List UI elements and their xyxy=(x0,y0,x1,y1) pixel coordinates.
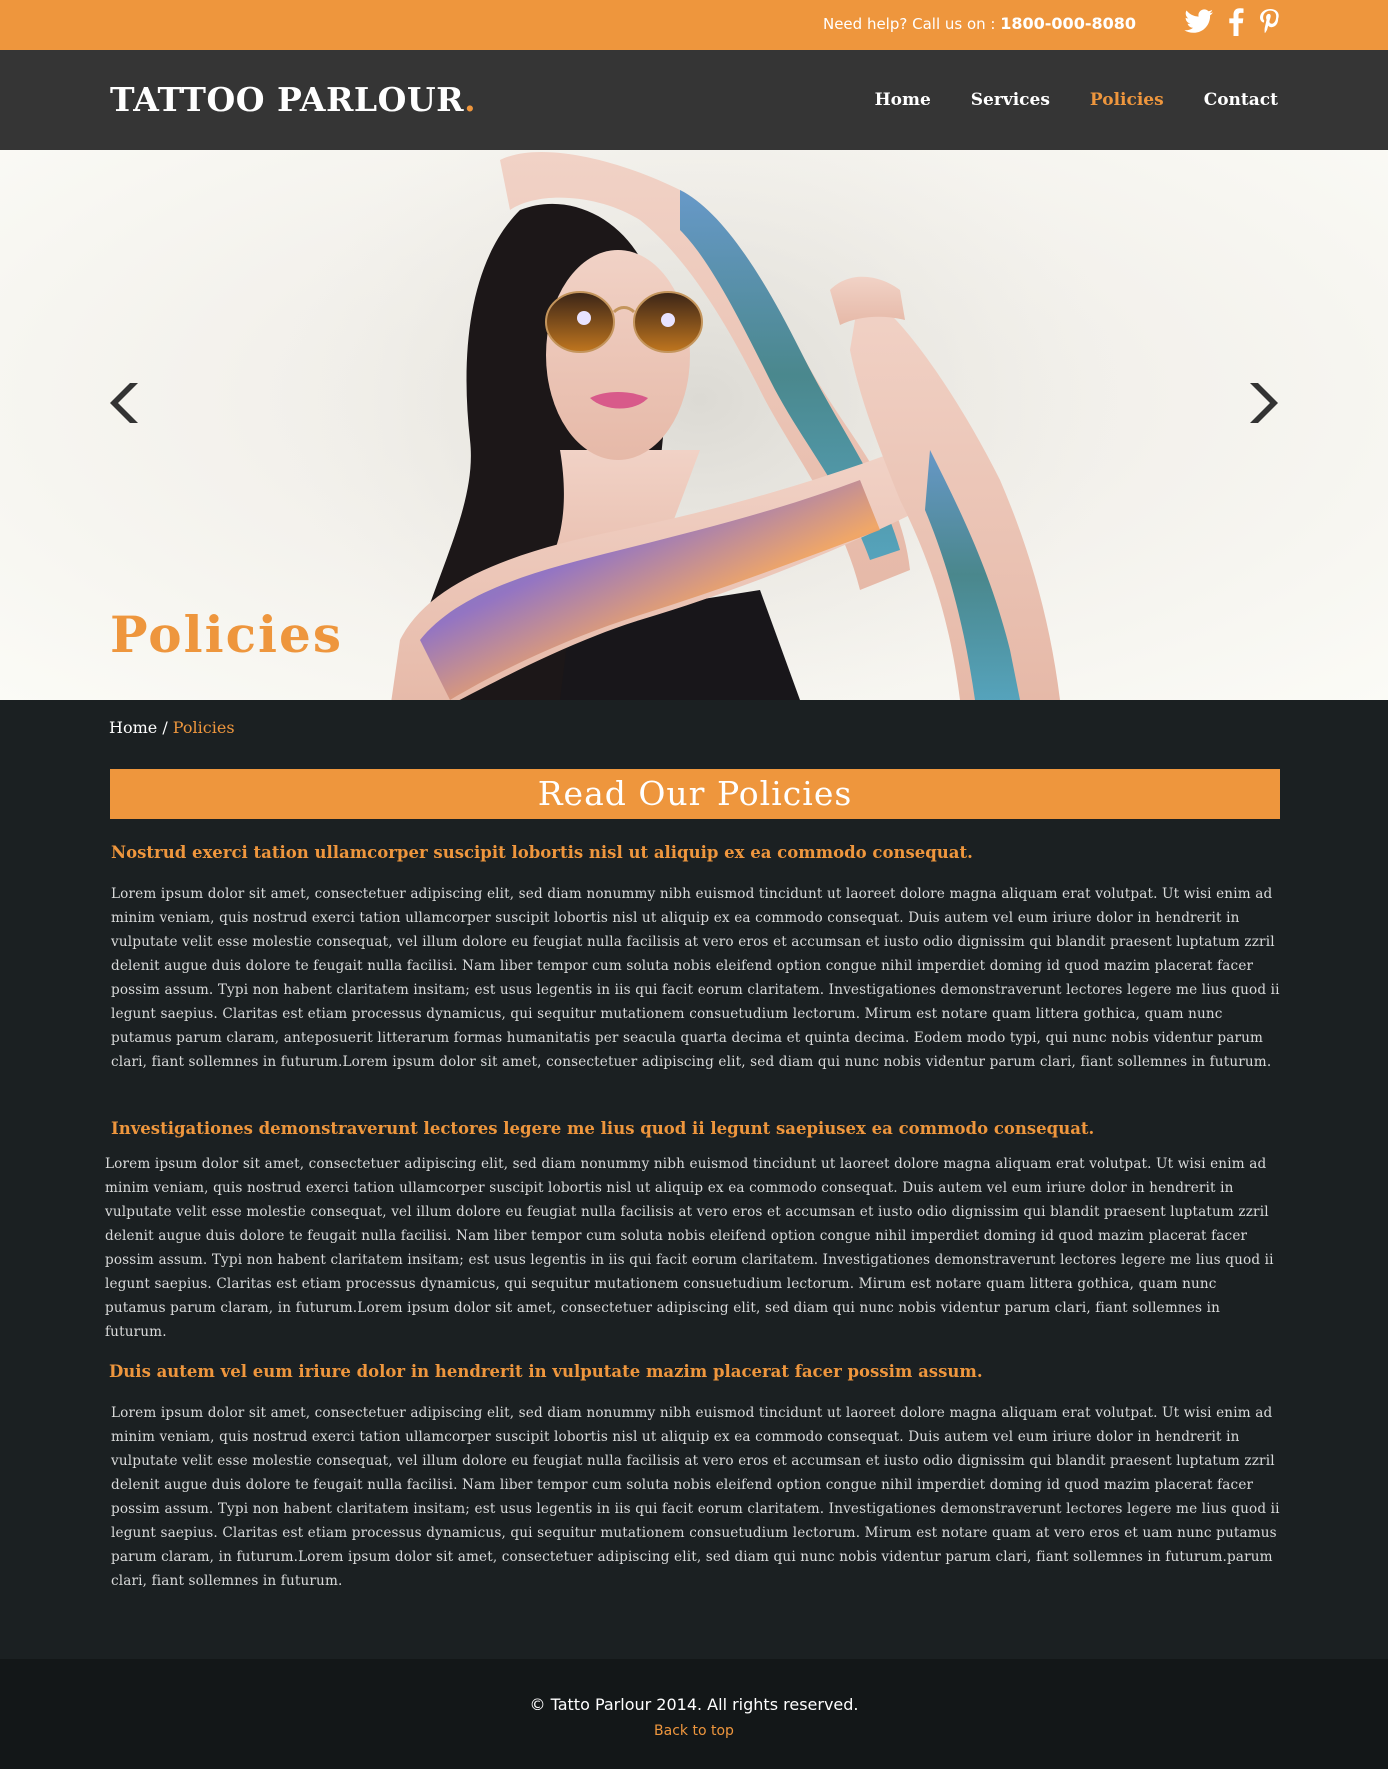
section-title: Nostrud exerci tation ullamcorper suscip… xyxy=(111,843,973,862)
policies-banner: Read Our Policies xyxy=(110,769,1280,819)
nav-services[interactable]: Services xyxy=(971,90,1050,110)
top-bar: Need help? Call us on : 1800-000-8080 xyxy=(0,0,1388,50)
social-links xyxy=(1184,8,1282,36)
chevron-left-icon xyxy=(110,383,138,423)
site-logo[interactable]: TATTOO PARLOUR. xyxy=(110,80,476,119)
pinterest-icon[interactable] xyxy=(1258,8,1282,36)
nav-contact[interactable]: Contact xyxy=(1204,90,1278,110)
help-contact: Need help? Call us on : 1800-000-8080 xyxy=(823,14,1136,33)
twitter-icon[interactable] xyxy=(1184,9,1214,35)
back-to-top-link[interactable]: Back to top xyxy=(0,1723,1388,1739)
hero-slider: Policies xyxy=(0,150,1388,700)
section-body: Lorem ipsum dolor sit amet, consectetuer… xyxy=(111,1405,1280,1589)
section-title: Duis autem vel eum iriure dolor in hendr… xyxy=(109,1362,983,1381)
facebook-icon[interactable] xyxy=(1228,8,1244,36)
breadcrumb-current: Policies xyxy=(172,718,235,737)
slider-prev-button[interactable] xyxy=(108,380,142,430)
site-footer: © Tatto Parlour 2014. All rights reserve… xyxy=(0,1659,1388,1769)
page-title: Read Our Policies xyxy=(537,774,853,813)
help-text: Need help? Call us on : xyxy=(822,15,1001,33)
breadcrumb-home[interactable]: Home xyxy=(109,718,157,737)
nav-home[interactable]: Home xyxy=(875,90,931,110)
breadcrumb: Home / Policies xyxy=(109,718,235,737)
hero-title: Policies xyxy=(110,605,343,664)
site-header: TATTOO PARLOUR. Home Services Policies C… xyxy=(0,50,1388,150)
nav-policies[interactable]: Policies xyxy=(1090,90,1164,110)
logo-dot: . xyxy=(464,80,477,119)
main-nav: Home Services Policies Contact xyxy=(875,90,1278,110)
section-title: Investigationes demonstraverunt lectores… xyxy=(111,1119,1095,1138)
section-body: Lorem ipsum dolor sit amet, consectetuer… xyxy=(111,886,1280,1070)
section-body: Lorem ipsum dolor sit amet, consectetuer… xyxy=(105,1156,1274,1340)
breadcrumb-separator: / xyxy=(157,718,173,737)
phone-number[interactable]: 1800-000-8080 xyxy=(1000,14,1136,33)
slider-next-button[interactable] xyxy=(1246,380,1280,430)
chevron-right-icon xyxy=(1250,383,1278,423)
copyright-text: © Tatto Parlour 2014. All rights reserve… xyxy=(529,1695,859,1714)
logo-text: TATTOO PARLOUR xyxy=(110,80,465,119)
